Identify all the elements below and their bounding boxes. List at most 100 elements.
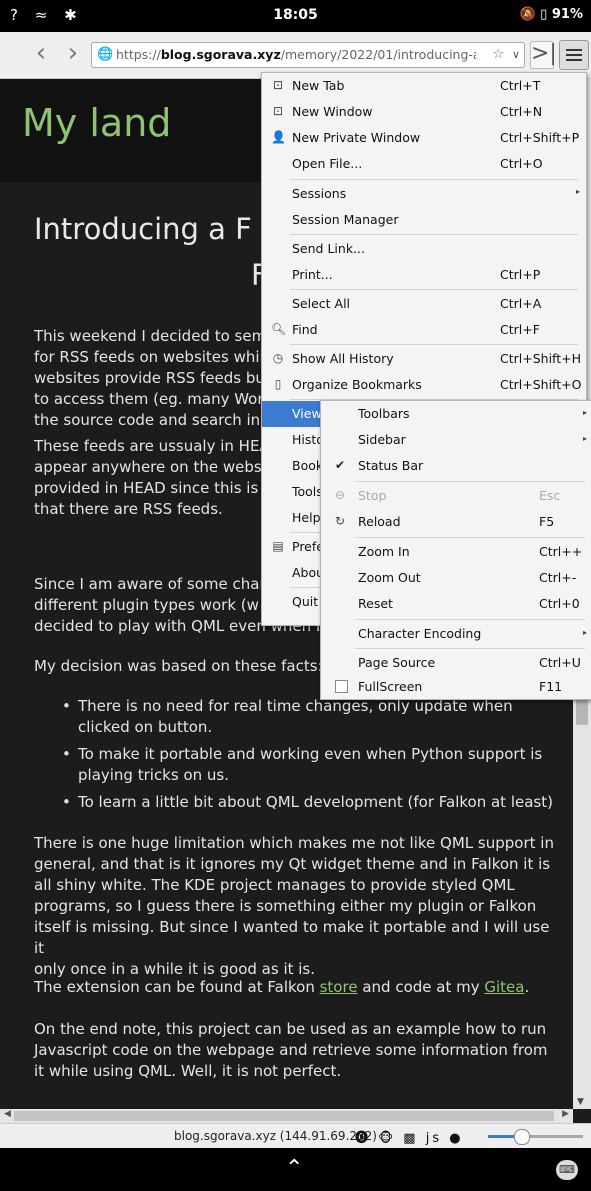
back-button[interactable]: ‹ — [28, 40, 54, 68]
menu-item-label: Reload — [358, 514, 401, 529]
forward-button[interactable]: › — [60, 40, 86, 68]
list-item: To make it portable and working even whe… — [34, 744, 564, 786]
submenu-item-reload[interactable]: ↻ Reload F5 — [321, 509, 591, 536]
vertical-scroll-thumb[interactable] — [576, 699, 588, 725]
submenu-item-status-bar[interactable]: ✔ Status Bar — [321, 453, 591, 480]
list-item: There is no need for real time changes, … — [34, 696, 564, 738]
checkmark-icon: ✔ — [334, 458, 346, 472]
menu-item-label: Quit — [292, 594, 319, 609]
menu-item-shortcut: Ctrl+O — [500, 156, 543, 171]
url-dropdown-icon[interactable]: ∨ — [512, 43, 520, 67]
menu-item-session-manager[interactable]: Session Manager — [262, 207, 586, 233]
menu-item-select-all[interactable]: Select All Ctrl+A — [262, 291, 586, 317]
clock: 18:05 — [273, 7, 318, 23]
menu-item-sessions[interactable]: Sessions ▸ — [262, 181, 586, 207]
bookmark-star-icon[interactable]: ☆ — [492, 43, 504, 67]
menu-item-new-private-window[interactable]: 👤 New Private Window Ctrl+Shift+P — [262, 125, 586, 151]
paragraph-limitation: There is one huge limitation which makes… — [34, 833, 564, 980]
submenu-item-zoom-in[interactable]: Zoom In Ctrl++ — [321, 539, 591, 566]
text-line: On the end note, this project can be use… — [34, 1020, 547, 1038]
menu-item-label: Toolbars — [358, 406, 410, 421]
menu-item-label: Page Source — [358, 655, 436, 670]
gitea-link[interactable]: Gitea — [484, 978, 524, 996]
horizontal-scrollbar[interactable]: ◀ ▶ — [0, 1109, 573, 1123]
menu-separator — [290, 179, 578, 180]
site-info-icon[interactable]: 🌐 — [97, 43, 113, 67]
url-scheme: https:// — [116, 47, 161, 62]
menu-item-label: Zoom In — [358, 544, 410, 559]
text-line: Javascript code on the webpage and retri… — [34, 1041, 548, 1059]
menu-item-label: Print... — [292, 267, 333, 282]
hamburger-icon-line — [566, 49, 582, 51]
stop-icon: ⊖ — [334, 488, 346, 502]
site-title[interactable]: My land — [22, 101, 171, 145]
text-line: itself is missing. But since I wanted to… — [34, 918, 550, 957]
menu-item-label: Find — [292, 322, 318, 337]
bookmark-icon: ▯ — [274, 377, 282, 391]
menu-item-shortcut: Ctrl++ — [539, 544, 583, 559]
scroll-down-arrow-icon[interactable]: ▼ — [577, 1097, 584, 1107]
menu-item-organize-bookmarks[interactable]: ▯ Organize Bookmarks Ctrl+Shift+O — [262, 372, 586, 398]
menu-separator — [355, 537, 585, 538]
text-line: all shiny white. The KDE project manages… — [34, 876, 515, 894]
status-right-icons: 🔕 ▯ — [519, 7, 548, 22]
submenu-item-reset[interactable]: Reset Ctrl+0 — [321, 591, 591, 618]
menu-item-shortcut: Ctrl+0 — [539, 596, 580, 611]
zoom-slider-handle[interactable] — [514, 1129, 530, 1145]
menu-separator — [355, 619, 585, 620]
fullscreen-checkbox[interactable] — [335, 680, 348, 693]
text-line: the source code and search in — [34, 411, 261, 429]
store-link[interactable]: store — [320, 978, 358, 996]
menu-item-print[interactable]: Print... Ctrl+P — [262, 262, 586, 288]
submenu-item-fullscreen[interactable]: FullScreen F11 — [321, 674, 591, 701]
text-fragment: . — [524, 978, 530, 996]
url-bar[interactable]: 🌐 https://blog.sgorava.xyz/memory/2022/0… — [91, 42, 525, 68]
submenu-item-toolbars[interactable]: Toolbars ▸ — [321, 401, 591, 428]
browser-status-bar: blog.sgorava.xyz (144.91.69.232) ⓿ 🐵 ▩ j… — [0, 1123, 591, 1148]
menu-item-label: Send Link... — [292, 241, 365, 256]
scroll-left-arrow-icon[interactable]: ◀ — [4, 1109, 11, 1119]
menu-item-shortcut: Ctrl+Shift+O — [500, 377, 582, 392]
menu-item-shortcut: Ctrl+U — [539, 655, 581, 670]
menu-item-open-file[interactable]: Open File... Ctrl+O — [262, 151, 586, 177]
horizontal-scroll-thumb[interactable] — [14, 1111, 554, 1121]
menu-item-send-link[interactable]: Send Link... — [262, 236, 586, 262]
submenu-item-stop[interactable]: ⊖ Stop Esc — [321, 483, 591, 510]
extension-icons[interactable]: ⓿ 🐵 ▩ js ● — [355, 1127, 464, 1146]
scroll-right-arrow-icon[interactable]: ▶ — [562, 1109, 569, 1119]
text-line: clicked on button. — [78, 718, 213, 736]
new-tab-icon: ⊡ — [272, 78, 284, 92]
menu-item-show-all-history[interactable]: ◷ Show All History Ctrl+Shift+H — [262, 346, 586, 372]
post-title-line-1: Introducing a F — [34, 212, 252, 246]
facts-list: There is no need for real time changes, … — [34, 696, 564, 819]
submenu-item-character-encoding[interactable]: Character Encoding ▸ — [321, 621, 591, 648]
toggle-sidebar-button[interactable]: >| — [530, 41, 557, 69]
submenu-arrow-icon: ▸ — [575, 187, 580, 196]
menu-item-new-tab[interactable]: ⊡ New Tab Ctrl+T — [262, 73, 586, 99]
submenu-arrow-icon: ▸ — [582, 408, 587, 417]
chevron-up-icon[interactable]: ⌃ — [285, 1156, 303, 1181]
keyboard-icon[interactable]: ⌨ — [556, 1160, 578, 1180]
main-menu-button[interactable] — [559, 40, 589, 70]
system-status-bar: ? ≈ ✱ 18:05 🔕 ▯ 91% — [0, 0, 591, 32]
submenu-item-sidebar[interactable]: Sidebar ▸ — [321, 427, 591, 454]
menu-item-shortcut: Ctrl+T — [500, 78, 541, 93]
text-line: This weekend I decided to sem — [34, 327, 267, 345]
submenu-item-page-source[interactable]: Page Source Ctrl+U — [321, 650, 591, 677]
url-host: blog.sgorava.xyz — [160, 47, 281, 62]
menu-item-new-window[interactable]: ⊡ New Window Ctrl+N — [262, 99, 586, 125]
menu-item-label: FullScreen — [358, 679, 423, 694]
menu-item-label: New Tab — [292, 78, 345, 93]
menu-item-shortcut: Ctrl+N — [500, 104, 543, 119]
menu-item-find[interactable]: 🔍︎ Find Ctrl+F — [262, 317, 586, 343]
menu-item-label: Reset — [358, 596, 393, 611]
url-text[interactable]: https://blog.sgorava.xyz/memory/2022/01/… — [116, 43, 476, 67]
menu-item-label: Select All — [292, 296, 351, 311]
menu-item-label: Show All History — [292, 351, 394, 366]
menu-item-label: View — [292, 406, 322, 421]
menu-item-label: Help — [292, 510, 321, 525]
history-clock-icon: ◷ — [272, 351, 284, 365]
menu-separator — [290, 344, 578, 345]
submenu-item-zoom-out[interactable]: Zoom Out Ctrl+- — [321, 565, 591, 592]
text-fragment: and code at my — [357, 978, 485, 996]
